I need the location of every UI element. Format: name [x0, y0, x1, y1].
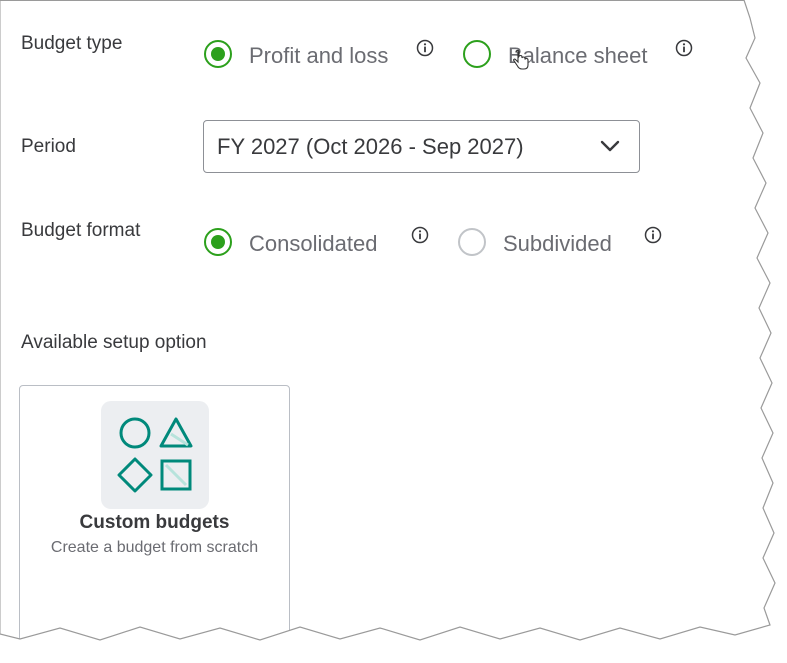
balance-sheet-radio[interactable] [463, 40, 491, 68]
card-description: Create a budget from scratch [50, 539, 259, 556]
subdivided-label[interactable]: Subdivided [503, 231, 612, 257]
budget-format-label: Budget format [21, 220, 141, 241]
shapes-tile [101, 401, 209, 509]
period-value: FY 2027 (Oct 2026 - Sep 2027) [217, 134, 524, 159]
consolidated-label[interactable]: Consolidated [249, 231, 377, 257]
info-icon[interactable] [644, 226, 662, 244]
profit-and-loss-label[interactable]: Profit and loss [249, 43, 388, 69]
card-title: Custom budgets [79, 512, 230, 533]
consolidated-radio[interactable] [204, 228, 232, 256]
info-icon[interactable] [416, 39, 434, 57]
shapes-icon [117, 417, 193, 493]
chevron-down-icon [600, 140, 620, 152]
profit-and-loss-radio[interactable] [204, 40, 232, 68]
subdivided-radio[interactable] [458, 228, 486, 256]
info-icon[interactable] [675, 39, 693, 57]
custom-budgets-card[interactable]: Custom budgets Create a budget from scra… [19, 385, 290, 655]
info-icon[interactable] [411, 226, 429, 244]
budget-settings-panel: Budget type Profit and loss Balance shee… [0, 0, 787, 663]
budget-type-label: Budget type [21, 33, 123, 54]
period-label: Period [21, 136, 76, 157]
hand-cursor-icon [512, 50, 529, 70]
period-dropdown[interactable]: FY 2027 (Oct 2026 - Sep 2027) [203, 120, 640, 173]
setup-heading: Available setup option [21, 332, 207, 353]
